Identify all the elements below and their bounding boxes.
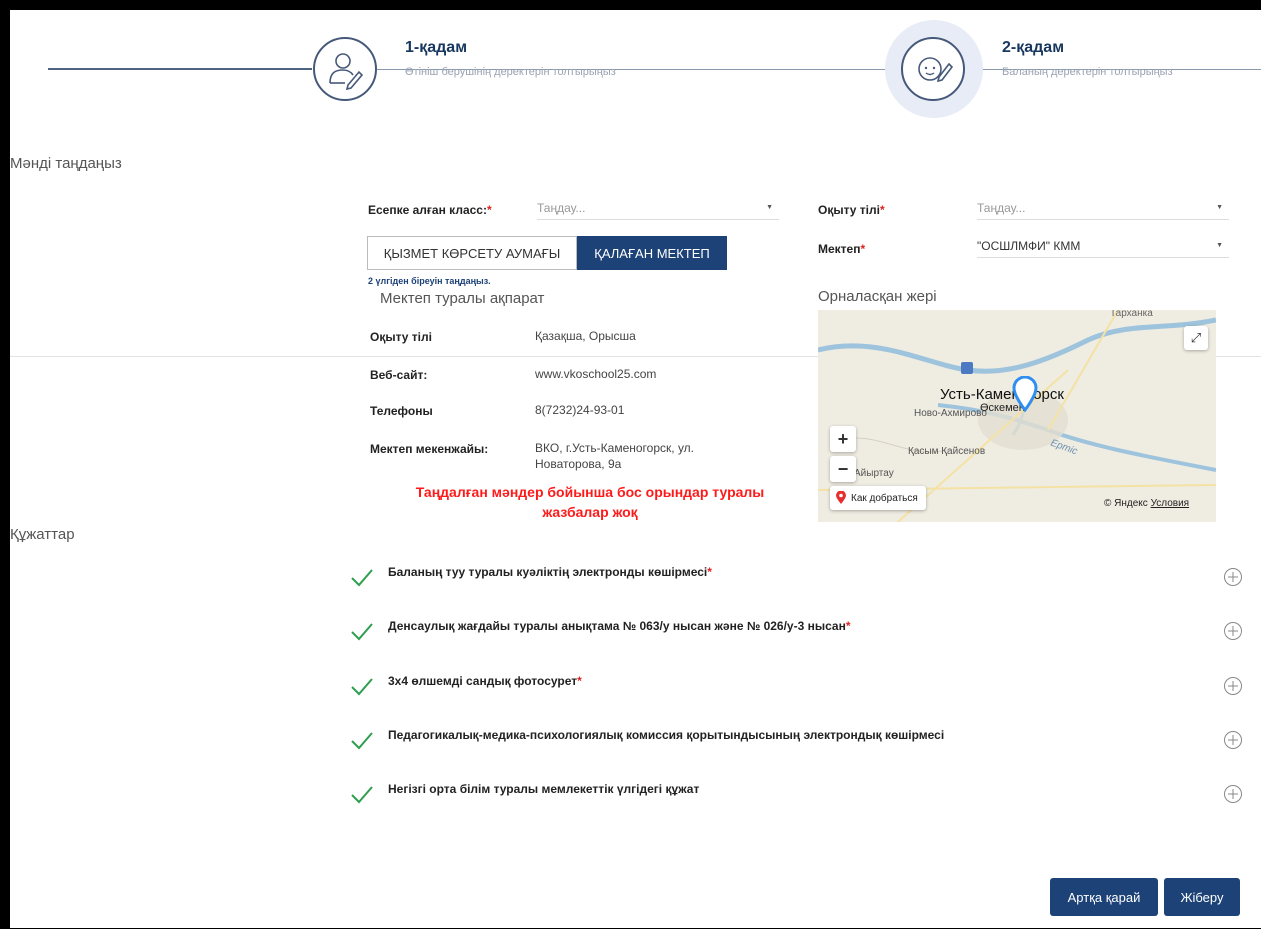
document-label-text: Денсаулық жағдайы туралы анықтама № 063/… [388,619,846,633]
document-label: Денсаулық жағдайы туралы анықтама № 063/… [388,619,851,633]
airport-icon [961,362,973,374]
info-value-phone: 8(7232)24-93-01 [535,403,625,417]
add-circle-icon[interactable] [1223,567,1243,587]
school-label-text: Мектеп [818,242,861,256]
tab-service-area[interactable]: ҚЫЗМЕТ КӨРСЕТУ АУМАҒЫ [367,236,577,270]
required-mark: * [879,203,885,217]
location-title: Орналасқан жері [818,288,937,305]
document-label-text: 3х4 өлшемді сандық фотосурет [388,674,578,688]
document-label: Педагогикалық-медика-психологиялық комис… [388,728,944,742]
check-icon [351,678,373,696]
document-row: Денсаулық жағдайы туралы анықтама № 063/… [350,619,1250,649]
select-section-title: Мәнді таңдаңыз [10,155,122,172]
info-key-website: Веб-сайт: [370,368,428,382]
zoom-out-button[interactable]: − [830,456,856,482]
document-row: Негізгі орта білім туралы мемлекеттік үл… [350,782,1250,812]
class-label-text: Есепке алған класс: [368,203,487,217]
info-key-phone: Телефоны [370,404,433,418]
school-select[interactable]: "ОСШЛМФИ" КММ ▼ [977,236,1229,258]
check-icon [351,786,373,804]
required-mark: * [845,619,851,633]
document-row: Педагогикалық-медика-психологиялық комис… [350,728,1250,758]
location-marker-icon [836,491,846,504]
required-mark: * [486,203,492,217]
check-icon [351,623,373,641]
lang-select[interactable]: Таңдау... ▼ [977,198,1229,220]
document-row: Баланың туу туралы куәліктің электронды … [350,565,1250,595]
tab-preferred-school[interactable]: ҚАЛАҒАН МЕКТЕП [577,236,727,270]
application-form: 1-қадам Өтініш берушінің деректерін толт… [10,10,1261,928]
school-select-value: "ОСШЛМФИ" КММ [977,239,1081,253]
class-select-value: Таңдау... [537,201,586,215]
user-edit-icon [329,53,364,91]
document-label: 3х4 өлшемді сандық фотосурет* [388,674,582,688]
add-circle-icon[interactable] [1223,621,1243,641]
check-icon [351,569,373,587]
stepper-line-left [48,68,312,70]
chevron-down-icon: ▼ [1216,242,1223,249]
fullscreen-icon[interactable]: ⤢ [1184,326,1208,350]
document-label-text: Негізгі орта білім туралы мемлекеттік үл… [388,782,700,796]
document-label: Баланың туу туралы куәліктің электронды … [388,565,712,579]
info-key-address: Мектеп мекенжайы: [370,442,489,456]
map-label-novo: Ново-Ахмирово [914,408,987,419]
tab-hint: 2 үлгіден біреуін таңдаңыз. [368,276,491,286]
school-label: Мектеп* [818,242,865,256]
add-circle-icon[interactable] [1223,784,1243,804]
map-label-city: Усть-Каменогорск [940,386,1064,403]
copyright-text: © Яндекс [1104,498,1148,509]
route-button[interactable]: Как добраться [830,486,926,510]
map-label-kasym: Қасым Қайсенов [908,446,986,457]
map-label-aiyrtau: Айыртау [854,468,894,479]
chevron-down-icon: ▼ [766,204,773,211]
required-mark: * [860,242,866,256]
step1-subtitle: Өтініш берушінің деректерін толтырыңыз [405,66,616,78]
info-value-website[interactable]: www.vkoschool25.com [535,366,656,382]
step2-subtitle: Баланың деректерін толтырыңыз [1002,66,1173,78]
chevron-down-icon: ▼ [1216,204,1223,211]
school-info-title: Мектеп туралы ақпарат [380,290,545,307]
map-pin-icon [1012,376,1038,412]
lang-label: Оқыту тілі* [818,203,885,217]
document-label-text: Педагогикалық-медика-психологиялық комис… [388,728,945,742]
class-label: Есепке алған класс:* [368,203,492,217]
required-mark: * [707,565,712,579]
check-icon [351,732,373,750]
map-copyright: © Яндекс Условия [1104,498,1189,509]
info-value-address: ВКО, г.Усть-Каменогорск, ул. Новаторова,… [535,441,695,471]
submit-button[interactable]: Жіберу [1164,878,1240,916]
add-circle-icon[interactable] [1223,730,1243,750]
info-key-language: Оқыту тілі [370,330,432,344]
no-vacancy-warning: Таңдалған мәндер бойынша бос орындар тур… [415,484,765,520]
lang-select-value: Таңдау... [977,201,1026,215]
lang-label-text: Оқыту тілі [818,203,880,217]
back-button[interactable]: Артқа қарай [1050,878,1158,916]
document-row: 3х4 өлшемді сандық фотосурет* [350,674,1250,704]
step1-title: 1-қадам [405,39,468,56]
step2-circle[interactable] [901,37,965,101]
document-label: Негізгі орта білім туралы мемлекеттік үл… [388,782,699,796]
info-value-language: Қазақша, Орысша [535,329,636,343]
child-edit-icon [918,57,954,83]
step2-title: 2-қадам [1002,39,1065,56]
add-circle-icon[interactable] [1223,676,1243,696]
class-select[interactable]: Таңдау... ▼ [537,198,779,220]
map-label-tarhanka: Тарханка [1110,310,1153,319]
map[interactable]: Тарханка Усть-Каменогорск Ново-Ахмирово … [818,310,1216,522]
document-label-text: Баланың туу туралы куәліктің электронды … [388,565,708,579]
route-label: Как добраться [851,492,918,504]
terms-link[interactable]: Условия [1151,498,1190,509]
step1-circle[interactable] [313,37,377,101]
required-mark: * [577,674,582,688]
documents-title: Құжаттар [10,526,75,543]
zoom-in-button[interactable]: + [830,426,856,452]
